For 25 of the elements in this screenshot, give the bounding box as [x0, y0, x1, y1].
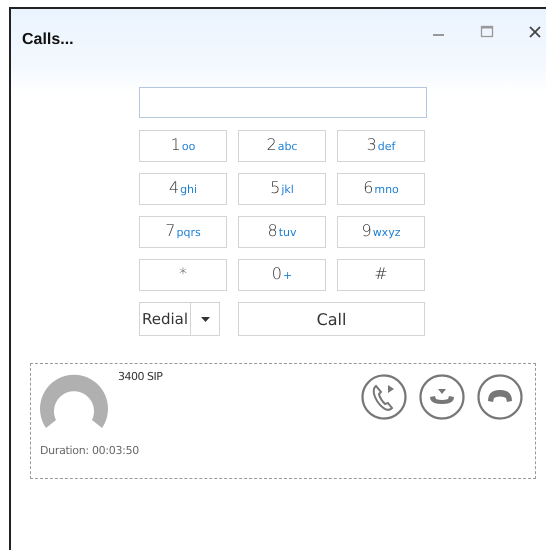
keypad-key[interactable]: 8 tuv	[238, 216, 326, 248]
keypad-key[interactable]: 2 abc	[238, 130, 326, 162]
dropdown-button[interactable]	[191, 302, 220, 336]
maximize-icon[interactable]	[480, 25, 494, 39]
keypad-key[interactable]: 1 oo	[139, 130, 227, 162]
caret-icon	[200, 316, 210, 322]
keypad-key[interactable]: 9 wxyz	[337, 216, 425, 248]
phone-transfer-icon[interactable]	[361, 374, 407, 420]
hang-up-icon[interactable]	[477, 374, 523, 420]
keypad-key[interactable]: #	[337, 259, 425, 291]
close-icon[interactable]	[528, 25, 542, 39]
call-button[interactable]: Call	[238, 302, 425, 336]
keypad-key[interactable]: 3 def	[337, 130, 425, 162]
call-duration: Duration: 00:03:50	[40, 444, 140, 457]
number-field[interactable]	[139, 87, 427, 118]
caller-name: 3400 SIP	[118, 370, 162, 383]
keypad-key[interactable]: 0+	[238, 259, 326, 291]
keypad-key[interactable]: *	[139, 259, 227, 291]
keypad-key[interactable]: 6 mno	[337, 173, 425, 205]
keypad-key[interactable]: 7 pqrs	[139, 216, 227, 248]
window-title: Calls...	[22, 31, 74, 49]
redial-button[interactable]: Redial	[139, 302, 192, 336]
keypad-key[interactable]: 5 jkl	[238, 173, 326, 205]
keypad-key[interactable]: 4 ghi	[139, 173, 227, 205]
phone-hold-icon[interactable]	[419, 374, 465, 420]
